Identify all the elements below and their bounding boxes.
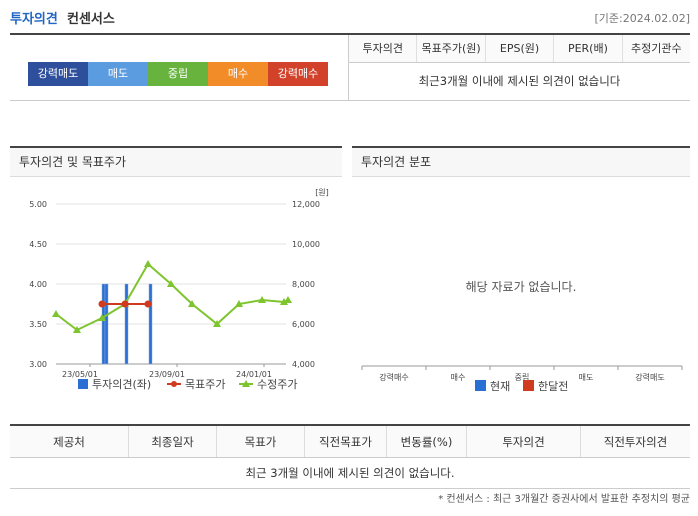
x-tick-label: 23/09/01 [149,370,185,379]
legend-opinion-swatch [78,379,88,389]
y-right-unit: [원] [315,188,329,197]
consensus-summary: 강력매도 매도 중립 매수 강력매수 투자의견 목표주가(원) EPS(원) P… [10,33,690,101]
left-panel-title: 투자의견 및 목표주가 [10,146,342,177]
scale-neutral: 중립 [148,62,208,86]
history-table-header: 제공처 최종일자 목표가 직전목표가 변동률(%) 투자의견 직전투자의견 [10,426,690,458]
col-target-price: 목표주가(원) [416,35,484,62]
legend-adjusted-label: 수정주가 [257,378,297,391]
col-per: PER(배) [553,35,621,62]
legend-target-label: 목표주가 [185,378,225,391]
y-right-tick-label: 12,000 [292,200,320,209]
opinion-bar [104,283,109,365]
summary-empty-message: 최근3개월 이내에 제시된 의견이 없습니다 [418,74,621,88]
legend-opinion-label: 투자의견(좌) [92,378,151,391]
y-left-tick-label: 3.00 [29,360,47,369]
col-provider: 제공처 [53,435,85,449]
legend-month-ago-label: 한달전 [538,380,568,393]
adjusted-price-line [55,262,289,332]
opinion-distribution-chart: 강력매수 매수 중립 매도 강력매도현재 한달전 [361,365,683,393]
y-left-tick-label: 4.00 [29,280,47,289]
opinion-scale: 강력매도 매도 중립 매수 강력매수 [28,62,328,86]
summary-table: 투자의견 목표주가(원) EPS(원) PER(배) 추정기관수 최근3개월 이… [348,35,690,101]
opinion-bar [148,283,153,365]
section-header: 투자의견 컨센서스 [기준:2024.02.02] [10,8,690,28]
adjusted-price-point [52,310,60,317]
section-subtitle: 컨센서스 [67,12,115,27]
y-left-tick-label: 3.50 [29,320,47,329]
history-empty-message: 최근 3개월 이내에 제시된 의견이 없습니다. [10,458,690,489]
target-price-point [144,300,152,308]
y-left-tick-label: 4.50 [29,240,47,249]
category-label: 강력매도 [635,372,664,382]
legend-current-label: 현재 [490,380,510,393]
y-right-tick-label: 4,000 [292,360,315,369]
footnote: * 컨센서스 : 최근 3개월간 증권사에서 발표한 추정치의 평균 [438,494,690,505]
col-target: 목표가 [216,426,304,457]
col-institutions: 추정기관수 [621,35,690,62]
legend-target-marker [171,381,177,387]
y-right-tick-label: 6,000 [292,320,315,329]
y-right-tick-label: 8,000 [292,280,315,289]
col-change-rate: 변동률(%) [386,426,466,457]
y-right-tick-label: 10,000 [292,240,320,249]
target-price-point [98,300,106,308]
scale-strong-buy: 강력매수 [268,62,328,86]
reference-date: [기준:2024.02.02] [594,12,690,25]
section-title: 투자의견 [10,12,58,27]
col-final-date: 최종일자 [128,426,216,457]
opinion-target-chart: 5.00 4.50 4.00 3.50 3.00 12,000 10,000 8,000 6,0… [29,188,329,391]
history-table: 제공처 최종일자 목표가 직전목표가 변동률(%) 투자의견 직전투자의견 최근… [10,424,690,489]
opinion-distribution-panel: 투자의견 분포 해당 자료가 없습니다. 강력매수 매수 중립 매도 강력매도 현재 한달전 [352,146,690,401]
target-price-point [121,300,129,308]
scale-sell: 매도 [88,62,148,86]
col-eps: EPS(원) [484,35,553,62]
col-opinion: 투자의견 [466,426,580,457]
col-opinion: 투자의견 [362,42,403,55]
scale-strong-sell: 강력매도 [28,62,88,86]
y-left-tick-label: 5.00 [29,200,47,209]
scale-buy: 매수 [208,62,268,86]
legend-current-swatch [475,380,486,391]
adjusted-price-point [284,296,292,303]
col-prev-target: 직전목표가 [304,426,386,457]
category-label: 매수 [451,373,466,382]
opinion-bar [101,283,106,365]
legend-month-ago-swatch [523,380,534,391]
adjusted-price-point [144,260,152,267]
category-label: 매도 [579,373,594,382]
category-label: 강력매수 [379,372,408,382]
opinion-bar [124,283,129,365]
summary-table-header: 투자의견 목표주가(원) EPS(원) PER(배) 추정기관수 [349,35,690,63]
opinion-target-panel: 투자의견 및 목표주가 5.00 4.50 4.00 3.50 3.00 12,000 10… [10,146,342,401]
col-prev-opinion: 직전투자의견 [580,426,690,457]
